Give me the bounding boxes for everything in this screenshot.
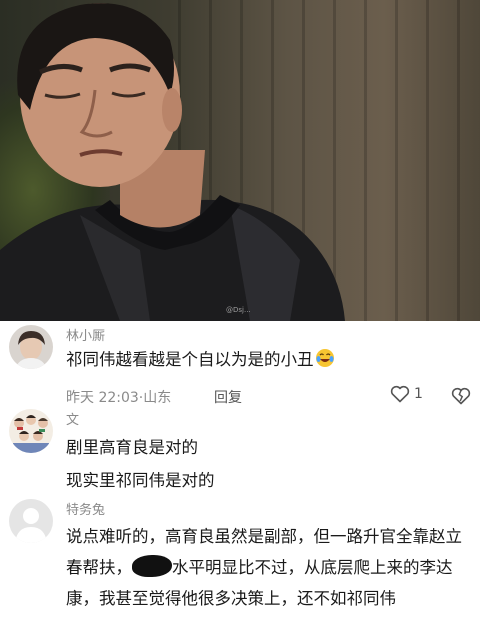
- heart-icon: [390, 385, 410, 403]
- comment-meta: 昨天 22:03·山东: [66, 387, 171, 407]
- comment-text: 说点难听的，高育良虽然是副部，但一路升官全靠赵立春帮扶， 水平明显比不过，从底层爬…: [66, 527, 462, 608]
- avatar-image-icon: [9, 325, 53, 369]
- redacted-blot: [132, 555, 172, 577]
- post-photo[interactable]: @Dsj...: [0, 0, 480, 321]
- comment-text-line: 剧里高育良是对的: [66, 438, 198, 457]
- like-count: 1: [414, 386, 423, 402]
- comment-location: 山东: [143, 390, 172, 406]
- man-figure-illustration: [0, 3, 345, 321]
- comment-username[interactable]: 文: [66, 409, 79, 428]
- avatar-image-icon: [9, 409, 53, 453]
- avatar[interactable]: [9, 325, 53, 369]
- comment-item: 林小厮 祁同伟越看越是个自以为是的小丑 昨天 22:03·山东 回复 1: [0, 321, 480, 407]
- default-avatar-icon: [9, 499, 53, 543]
- photo-watermark: @Dsj...: [226, 306, 251, 314]
- reply-button[interactable]: 回复: [214, 387, 242, 407]
- comment-time: 昨天 22:03: [66, 390, 139, 406]
- broken-heart-icon[interactable]: [451, 386, 471, 406]
- comment-text: 祁同伟越看越是个自以为是的小丑: [66, 348, 335, 372]
- comment-item: 文 剧里高育良是对的 现实里祁同伟是对的: [0, 407, 480, 497]
- laughing-crying-emoji-icon: [315, 349, 334, 367]
- avatar[interactable]: [9, 499, 53, 543]
- comment-username[interactable]: 特务兔: [66, 499, 105, 518]
- comment-text-line: 现实里祁同伟是对的: [66, 471, 215, 490]
- like-button[interactable]: 1: [390, 385, 423, 403]
- comment-item: 特务兔 说点难听的，高育良虽然是副部，但一路升官全靠赵立春帮扶， 水平明显比不过，…: [0, 497, 480, 641]
- avatar[interactable]: [9, 409, 53, 453]
- comment-username[interactable]: 林小厮: [66, 325, 105, 344]
